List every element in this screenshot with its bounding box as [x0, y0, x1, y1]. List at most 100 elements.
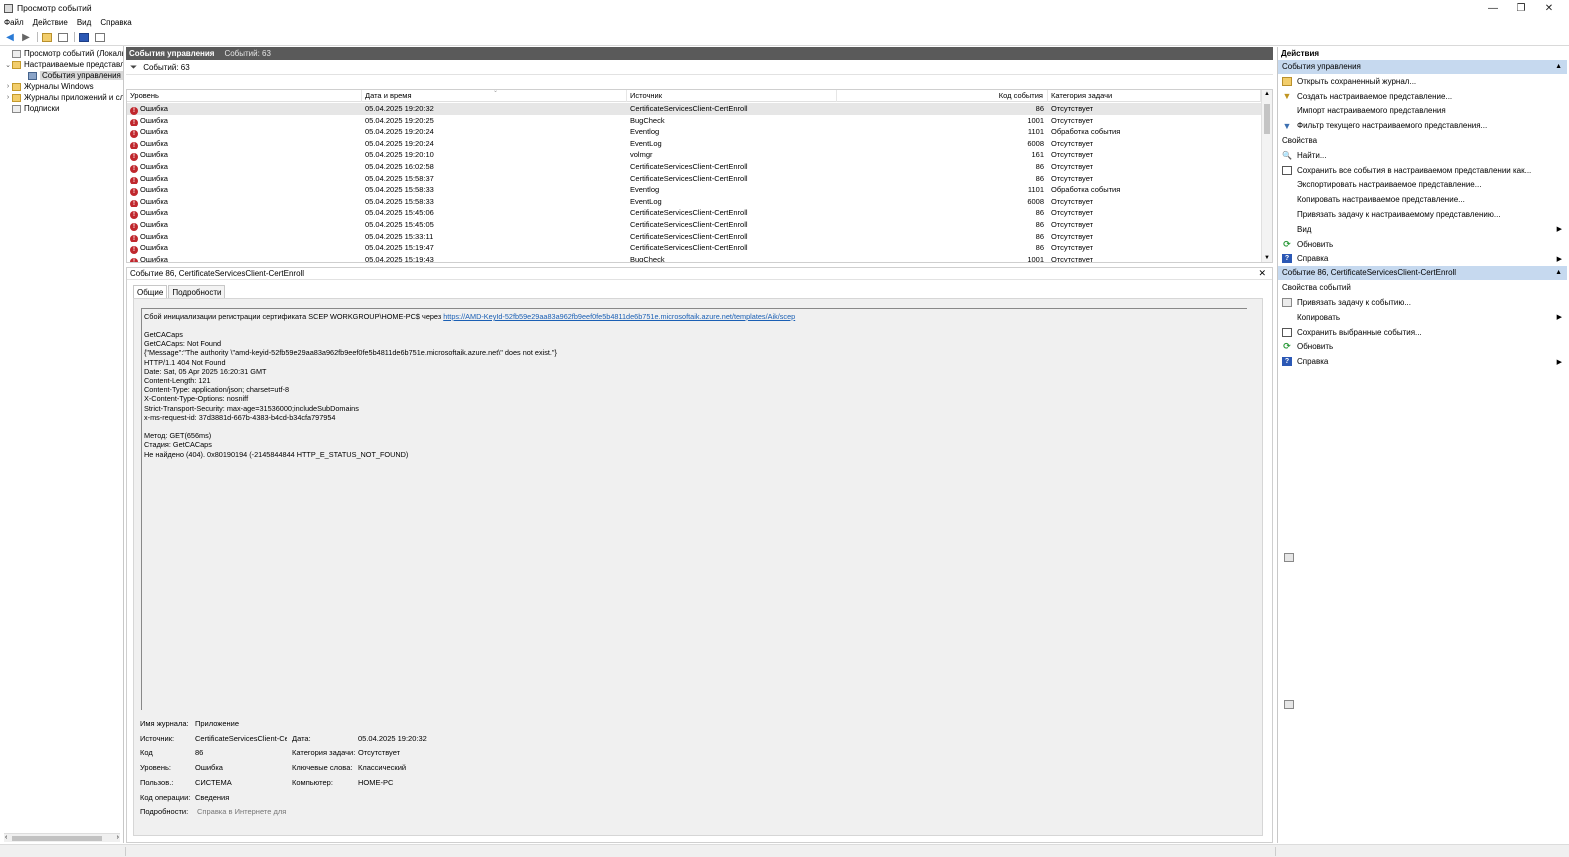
- table-vertical-scrollbar[interactable]: ▲ ▼: [1261, 90, 1272, 262]
- tab-details[interactable]: Подробности: [168, 285, 226, 299]
- action-item[interactable]: Привязать задачу к настраиваемому предст…: [1278, 207, 1567, 222]
- forward-arrow-icon[interactable]: ▶: [20, 32, 32, 43]
- level-text: Ошибка: [140, 138, 168, 148]
- tab-general[interactable]: Общие: [133, 285, 168, 299]
- table-row[interactable]: ! Ошибка 05.04.2025 15:58:37 CertificateSer…: [127, 173, 1261, 185]
- action-label: Обновить: [1297, 342, 1334, 352]
- action-item[interactable]: ? Справка ▶: [1278, 354, 1567, 369]
- table-row[interactable]: ! Ошибка 05.04.2025 15:19:47 CertificateSer…: [127, 242, 1261, 254]
- column-header-level[interactable]: Уровень: [127, 90, 362, 102]
- show-hide-actions-icon[interactable]: [94, 32, 106, 43]
- filter-icon: [28, 71, 37, 80]
- show-hide-tree-icon[interactable]: [57, 32, 69, 43]
- scroll-right-icon[interactable]: ›: [117, 834, 119, 841]
- chevron-right-icon[interactable]: ›: [4, 94, 12, 101]
- table-row[interactable]: ! Ошибка 05.04.2025 15:58:33 EventLog 6008 От…: [127, 196, 1261, 208]
- tree-item-subscriptions[interactable]: Подписки: [4, 103, 59, 114]
- level-text: Ошибка: [140, 104, 168, 113]
- action-item[interactable]: Копировать настраиваемое представление..…: [1278, 192, 1567, 207]
- action-item[interactable]: Открыть сохраненный журнал...: [1278, 74, 1567, 89]
- minimize-button[interactable]: —: [1479, 0, 1507, 16]
- action-item[interactable]: ⟳ Обновить: [1278, 237, 1567, 252]
- actions-section-view[interactable]: События управления ▲: [1278, 60, 1567, 74]
- tree-item-app-service-logs[interactable]: › Журналы приложений и служб: [4, 92, 123, 103]
- table-row[interactable]: ! Ошибка 05.04.2025 19:20:24 Eventlog 1101 Об…: [127, 126, 1261, 138]
- table-row[interactable]: ! Ошибка 05.04.2025 15:45:05 CertificateSer…: [127, 219, 1261, 231]
- action-item[interactable]: Вид ▶: [1278, 222, 1567, 237]
- action-item[interactable]: Копировать ▶: [1278, 310, 1567, 325]
- actions-section-event[interactable]: Событие 86, CertificateServicesClient-Ce…: [1278, 266, 1567, 281]
- action-item[interactable]: ? Справка ▶: [1278, 252, 1567, 267]
- event-message-text[interactable]: Сбой инициализации регистрации сертифика…: [141, 308, 1247, 710]
- close-window-button[interactable]: ✕: [1535, 0, 1563, 16]
- action-item[interactable]: Привязать задачу к событию...: [1278, 295, 1567, 310]
- action-label: Сохранить все события в настраиваемом пр…: [1297, 165, 1532, 175]
- prop-date-value: 05.04.2025 19:20:32: [358, 734, 427, 743]
- tree-item-windows-logs[interactable]: › Журналы Windows: [4, 81, 94, 92]
- prop-levels-value: Ошибка: [195, 763, 223, 772]
- level-text: Ошибка: [140, 150, 168, 160]
- error-icon: !: [130, 165, 138, 173]
- table-row[interactable]: ! Ошибка 05.04.2025 19:20:32 CertificateSer…: [127, 103, 1261, 115]
- tree-item-event-viewer-root[interactable]: Просмотр событий (Локальный): [4, 48, 123, 59]
- blank-icon: [1282, 180, 1292, 189]
- table-row[interactable]: ! Ошибка 05.04.2025 15:33:11 CertificateSer…: [127, 231, 1261, 243]
- action-item[interactable]: Сохранить все события в настраиваемом пр…: [1278, 163, 1567, 178]
- table-row[interactable]: ! Ошибка 05.04.2025 15:45:06 CertificateSer…: [127, 207, 1261, 219]
- tree-horizontal-scrollbar[interactable]: ‹ ›: [4, 833, 120, 842]
- action-label: Привязать задачу к событию...: [1297, 298, 1411, 308]
- action-item[interactable]: Экспортировать настраиваемое представлен…: [1278, 178, 1567, 193]
- chevron-down-icon[interactable]: ⌄: [4, 61, 12, 69]
- help-icon[interactable]: [78, 32, 90, 43]
- close-icon[interactable]: ✕: [1258, 268, 1266, 279]
- back-arrow-icon[interactable]: ◀: [4, 32, 16, 43]
- cell-task-category: Отсутствует: [1051, 173, 1094, 183]
- message-line: Не найдено (404). 0x80190194 (-214584484…: [144, 449, 409, 459]
- online-help-link[interactable]: Справка в Интернете для: [197, 807, 286, 816]
- chevron-right-icon[interactable]: ›: [4, 83, 12, 90]
- attach-task-icon: [1282, 298, 1292, 308]
- action-item[interactable]: Свойства: [1278, 133, 1567, 563]
- menu-file[interactable]: Файл: [4, 18, 24, 27]
- table-row[interactable]: ! Ошибка 05.04.2025 15:58:33 Eventlog 1101 Об…: [127, 184, 1261, 196]
- level-text: Ошибка: [140, 185, 168, 195]
- cell-event-code: 6008: [1027, 138, 1044, 148]
- scroll-down-icon[interactable]: ▼: [1264, 255, 1270, 261]
- action-item[interactable]: ▼ Фильтр текущего настраиваемого представ…: [1278, 118, 1567, 133]
- column-header-task-category[interactable]: Категория задачи: [1048, 90, 1261, 102]
- scroll-left-icon[interactable]: ‹: [5, 834, 7, 841]
- table-row[interactable]: ! Ошибка 05.04.2025 15:19:43 BugCheck 1001 От…: [127, 254, 1261, 262]
- action-label: Справка: [1297, 254, 1329, 264]
- action-item[interactable]: Свойства событий: [1278, 280, 1567, 710]
- menu-help[interactable]: Справка: [100, 18, 131, 27]
- prop-computer-label: Компьютер:: [292, 778, 333, 787]
- scrollbar-thumb[interactable]: [12, 836, 102, 841]
- restore-button[interactable]: ❐: [1507, 0, 1535, 16]
- collapse-icon[interactable]: ▲: [1555, 266, 1562, 280]
- tree-item-administrative-events[interactable]: События управления: [28, 70, 123, 81]
- action-item[interactable]: Сохранить выбранные события...: [1278, 325, 1567, 340]
- menu-view[interactable]: Вид: [77, 18, 91, 27]
- menu-action[interactable]: Действие: [33, 18, 68, 27]
- table-row[interactable]: ! Ошибка 05.04.2025 19:20:10 volmgr 161 Отсут…: [127, 149, 1261, 161]
- up-folder-icon[interactable]: [41, 32, 53, 43]
- message-link[interactable]: https://AMD-KeyId-52fb59e29aa83a962fb9ee…: [443, 312, 795, 321]
- table-row[interactable]: ! Ошибка 05.04.2025 19:20:24 EventLog 6008 От…: [127, 138, 1261, 150]
- scrollbar-thumb[interactable]: [1264, 104, 1270, 134]
- table-row[interactable]: ! Ошибка 05.04.2025 19:20:25 BugCheck 1001 От…: [127, 115, 1261, 127]
- action-item[interactable]: 🔍 Найти...: [1278, 148, 1567, 163]
- level-text: Ошибка: [140, 115, 168, 125]
- collapse-icon[interactable]: ▲: [1555, 60, 1562, 74]
- table-row[interactable]: ! Ошибка 05.04.2025 16:02:58 CertificateSer…: [127, 161, 1261, 173]
- action-item[interactable]: ⟳ Обновить: [1278, 340, 1567, 355]
- tree-item-custom-views[interactable]: ⌄ Настраиваемые представления: [4, 59, 123, 70]
- cell-datetime: 05.04.2025 15:19:47: [365, 243, 434, 253]
- column-header-event-code[interactable]: Код события: [837, 90, 1048, 102]
- prop-more-label: Подробности:: [140, 807, 189, 816]
- action-item[interactable]: Импорт настраиваемого представления: [1278, 104, 1567, 119]
- level-text: Ошибка: [140, 127, 168, 137]
- prop-user-value: СИСТЕМА: [195, 778, 232, 787]
- scroll-up-icon[interactable]: ▲: [1264, 91, 1270, 97]
- action-item[interactable]: ▼ Создать настраиваемое представление...: [1278, 89, 1567, 104]
- column-header-source[interactable]: Источник: [627, 90, 837, 102]
